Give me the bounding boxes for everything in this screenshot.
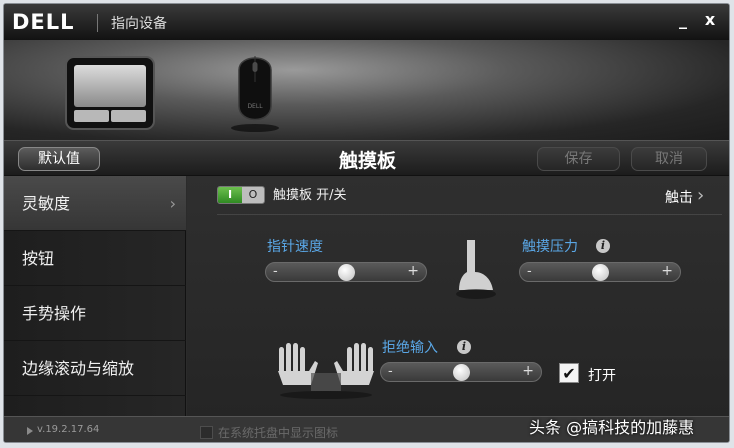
minus-icon: - bbox=[388, 364, 393, 379]
minimize-button[interactable]: _ bbox=[673, 10, 693, 30]
sidebar-item-gestures[interactable]: 手势操作 bbox=[4, 286, 186, 341]
triangle-right-icon bbox=[27, 427, 33, 435]
finger-press-icon bbox=[456, 240, 496, 299]
slider-thumb[interactable] bbox=[337, 264, 355, 281]
minus-icon: - bbox=[273, 264, 278, 279]
close-button[interactable]: x bbox=[700, 10, 720, 30]
toggle-off-indicator: O bbox=[242, 187, 264, 203]
sidebar-item-sensitivity[interactable]: 灵敏度 › bbox=[4, 176, 186, 231]
palm-rejection-label: 拒绝输入 bbox=[382, 340, 438, 356]
save-button[interactable]: 保存 bbox=[537, 147, 620, 171]
toggle-on-indicator: I bbox=[218, 187, 242, 203]
show-tray-icon-label: 在系统托盘中显示图标 bbox=[218, 426, 339, 440]
plus-icon: + bbox=[522, 363, 534, 379]
sidebar-item-buttons[interactable]: 按钮 bbox=[4, 231, 186, 286]
sidebar-item-label: 灵敏度 bbox=[22, 194, 71, 213]
palm-rejection-checkbox[interactable]: ✔ bbox=[559, 363, 579, 383]
palm-rejection-slider[interactable]: - + bbox=[380, 362, 542, 382]
title-separator bbox=[97, 14, 98, 32]
info-icon[interactable]: i bbox=[457, 340, 471, 354]
toolbar: 默认值 触摸板 保存 取消 bbox=[4, 140, 729, 176]
touch-pressure-slider[interactable]: - + bbox=[519, 262, 681, 282]
tapping-link[interactable]: 触击 bbox=[665, 187, 693, 207]
show-tray-icon-checkbox[interactable] bbox=[200, 426, 213, 439]
svg-text:DELL: DELL bbox=[247, 103, 263, 110]
palm-rejection-checkbox-label: 打开 bbox=[588, 368, 616, 384]
info-icon[interactable]: i bbox=[596, 239, 610, 253]
palm-rest-icon bbox=[278, 343, 374, 399]
touchpad-toggle-label: 触摸板 开/关 bbox=[273, 188, 347, 203]
sidebar-item-edge-scroll-zoom[interactable]: 边缘滚动与缩放 bbox=[4, 341, 186, 396]
minus-icon: - bbox=[527, 264, 532, 279]
sidebar-item-label: 按钮 bbox=[22, 249, 55, 268]
chevron-right-icon[interactable]: › bbox=[697, 185, 704, 206]
page-title: 触摸板 bbox=[338, 150, 396, 172]
plus-icon: + bbox=[661, 263, 673, 279]
device-banner: DELL bbox=[4, 40, 729, 140]
slider-thumb[interactable] bbox=[452, 364, 470, 381]
cancel-button[interactable]: 取消 bbox=[631, 147, 707, 171]
title-bar: DELL 指向设备 _ x bbox=[4, 4, 729, 40]
sensitivity-panel: I O 触摸板 开/关 触击 › 指针速度 - + 触摸压力 i - + 拒绝输… bbox=[187, 176, 729, 416]
pointer-speed-slider[interactable]: - + bbox=[265, 262, 427, 282]
dell-pointing-device-window: DELL 指向设备 _ x DELL 默认值 触摸板 保存 取消 灵敏度 › 按… bbox=[3, 3, 730, 443]
touch-pressure-label: 触摸压力 bbox=[522, 239, 578, 255]
plus-icon: + bbox=[407, 263, 419, 279]
dell-logo: DELL bbox=[12, 10, 75, 34]
divider bbox=[217, 214, 722, 215]
version-text: v.19.2.17.64 bbox=[37, 424, 100, 435]
watermark-text: 头条 @搞科技的加藤惠 bbox=[529, 418, 695, 437]
sidebar: 灵敏度 › 按钮 手势操作 边缘滚动与缩放 bbox=[4, 176, 186, 416]
default-values-button[interactable]: 默认值 bbox=[18, 147, 100, 171]
mouse-device-icon[interactable]: DELL bbox=[229, 48, 281, 134]
sidebar-item-label: 手势操作 bbox=[22, 304, 87, 323]
pointer-speed-label: 指针速度 bbox=[267, 239, 323, 255]
window-title: 指向设备 bbox=[111, 16, 167, 32]
touchpad-toggle[interactable]: I O bbox=[217, 186, 265, 204]
slider-thumb[interactable] bbox=[591, 264, 609, 281]
touchpad-device-icon[interactable] bbox=[64, 55, 156, 133]
sidebar-item-label: 边缘滚动与缩放 bbox=[22, 359, 135, 378]
chevron-right-icon: › bbox=[169, 194, 176, 213]
